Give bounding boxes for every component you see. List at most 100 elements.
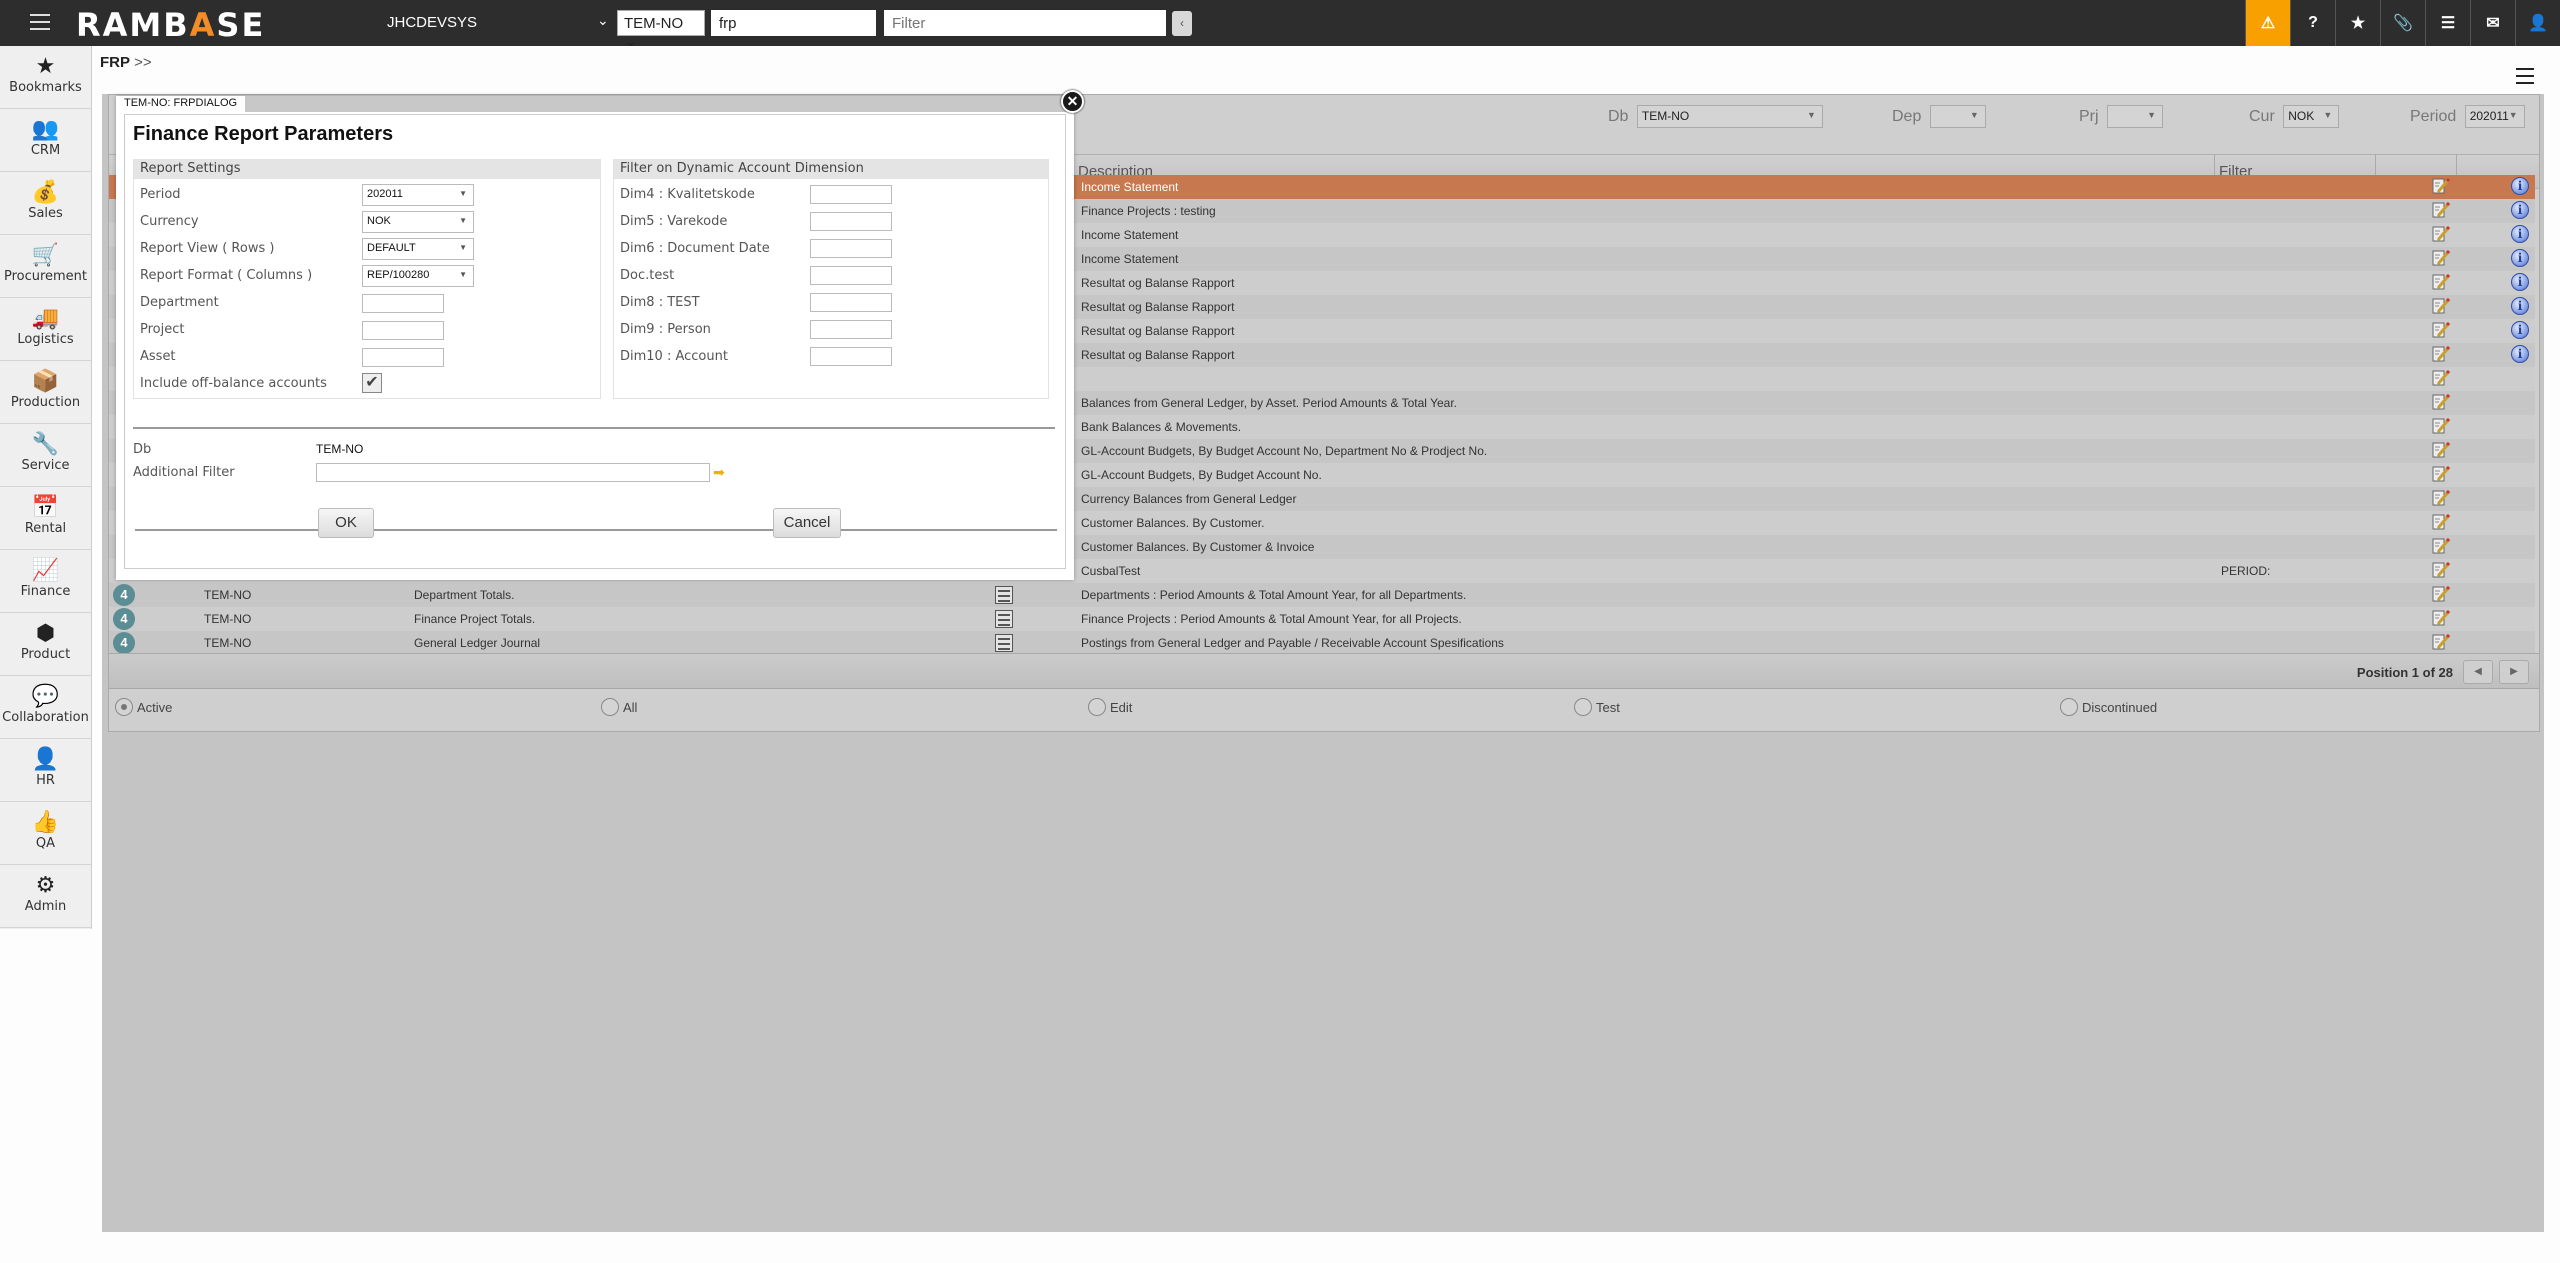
- cancel-button[interactable]: Cancel: [773, 508, 841, 538]
- rambase-logo[interactable]: RAMBASE: [76, 6, 265, 44]
- info-icon[interactable]: i: [2511, 249, 2529, 267]
- warning-icon[interactable]: ⚠: [2245, 0, 2290, 46]
- edit-icon[interactable]: [2431, 536, 2451, 556]
- program-search-input[interactable]: [711, 10, 876, 36]
- ok-button[interactable]: OK: [318, 508, 374, 538]
- help-icon[interactable]: ?: [2290, 0, 2335, 46]
- edit-icon[interactable]: [2431, 296, 2451, 316]
- edit-icon[interactable]: [2431, 176, 2451, 196]
- next-page-button[interactable]: ▶: [2499, 660, 2529, 684]
- department-input[interactable]: [362, 294, 444, 313]
- info-icon[interactable]: i: [2511, 297, 2529, 315]
- table-row[interactable]: 4 TEM-NO Department Totals. Departments : P…: [109, 583, 2535, 607]
- additional-filter-input[interactable]: [316, 463, 710, 482]
- main-menu-icon[interactable]: [30, 14, 50, 32]
- dimension-input[interactable]: [810, 320, 892, 339]
- edit-icon[interactable]: [2431, 344, 2451, 364]
- edit-icon[interactable]: [2431, 392, 2451, 412]
- edit-icon[interactable]: [2431, 440, 2451, 460]
- dimension-input[interactable]: [810, 293, 892, 312]
- table-row[interactable]: 4 TEM-NO General Ledger Journal Postings fr…: [109, 631, 2535, 655]
- sidebar-item-logistics[interactable]: 🚚 Logistics: [0, 298, 91, 361]
- info-icon[interactable]: i: [2511, 321, 2529, 339]
- info-icon[interactable]: i: [2511, 201, 2529, 219]
- system-name[interactable]: JHCDEVSYS: [387, 14, 477, 31]
- period-filter-select[interactable]: 202011 ▼: [2464, 105, 2525, 128]
- sidebar-item-qa[interactable]: 👍 QA: [0, 802, 91, 865]
- sidebar-item-collaboration[interactable]: 💬 Collaboration: [0, 676, 91, 739]
- edit-icon[interactable]: [2431, 368, 2451, 388]
- table-row[interactable]: 4 TEM-NO Finance Project Totals. Finance Pr…: [109, 607, 2535, 631]
- close-dialog-icon[interactable]: ✕: [1061, 90, 1084, 113]
- sidebar-item-bookmarks[interactable]: ★ Bookmarks: [0, 46, 91, 109]
- dep-filter-select[interactable]: ▼: [1929, 105, 1986, 128]
- list-icon[interactable]: ☰: [2425, 0, 2470, 46]
- dialog-tab[interactable]: TEM-NO: FRPDIALOG: [116, 96, 246, 112]
- list-details-icon[interactable]: [995, 634, 1013, 652]
- collapse-button[interactable]: ‹: [1172, 11, 1192, 36]
- filter-input[interactable]: [884, 10, 1166, 36]
- radio-active[interactable]: Active: [115, 698, 172, 716]
- info-icon[interactable]: i: [2511, 345, 2529, 363]
- edit-icon[interactable]: [2431, 608, 2451, 628]
- edit-icon[interactable]: [2431, 632, 2451, 652]
- edit-icon[interactable]: [2431, 464, 2451, 484]
- edit-icon[interactable]: [2431, 416, 2451, 436]
- edit-icon[interactable]: [2431, 248, 2451, 268]
- project-input[interactable]: [362, 321, 444, 340]
- dimension-input[interactable]: [810, 185, 892, 204]
- sidebar-item-service[interactable]: 🔧 Service: [0, 424, 91, 487]
- edit-icon[interactable]: [2431, 200, 2451, 220]
- radio-button[interactable]: [115, 698, 133, 716]
- apply-filter-arrow-icon[interactable]: ➡: [713, 465, 727, 479]
- radio-button[interactable]: [2060, 698, 2078, 716]
- edit-icon[interactable]: [2431, 320, 2451, 340]
- edit-icon[interactable]: [2431, 584, 2451, 604]
- previous-page-button[interactable]: ◀: [2463, 660, 2493, 684]
- edit-icon[interactable]: [2431, 488, 2451, 508]
- page-menu-icon[interactable]: [2516, 68, 2534, 89]
- list-details-icon[interactable]: [995, 610, 1013, 628]
- radio-button[interactable]: [1574, 698, 1592, 716]
- breadcrumb-current[interactable]: FRP: [100, 54, 130, 71]
- sidebar-item-rental[interactable]: 📅 Rental: [0, 487, 91, 550]
- radio-discontinued[interactable]: Discontinued: [2060, 698, 2157, 716]
- radio-button[interactable]: [1088, 698, 1106, 716]
- asset-input[interactable]: [362, 348, 444, 367]
- database-select[interactable]: TEM-NO ⌄: [617, 10, 705, 50]
- report-view-select[interactable]: DEFAULT ▼: [362, 238, 474, 260]
- user-icon[interactable]: 👤: [2515, 0, 2560, 46]
- sidebar-item-production[interactable]: 📦 Production: [0, 361, 91, 424]
- sidebar-item-hr[interactable]: 👤 HR: [0, 739, 91, 802]
- radio-all[interactable]: All: [601, 698, 637, 716]
- currency-select[interactable]: NOK ▼: [362, 211, 474, 233]
- offbalance-checkbox[interactable]: ✔: [362, 373, 382, 393]
- info-icon[interactable]: i: [2511, 225, 2529, 243]
- radio-button[interactable]: [601, 698, 619, 716]
- period-select[interactable]: 202011 ▼: [362, 184, 474, 206]
- radio-edit[interactable]: Edit: [1088, 698, 1132, 716]
- report-format-select[interactable]: REP/100280 ▼: [362, 265, 474, 287]
- dimension-input[interactable]: [810, 239, 892, 258]
- radio-test[interactable]: Test: [1574, 698, 1620, 716]
- star-icon[interactable]: ★: [2335, 0, 2380, 46]
- sidebar-item-admin[interactable]: ⚙ Admin: [0, 865, 91, 928]
- cur-filter-select[interactable]: NOK ▼: [2283, 105, 2340, 128]
- mail-icon[interactable]: ✉: [2470, 0, 2515, 46]
- sidebar-item-sales[interactable]: 💰 Sales: [0, 172, 91, 235]
- dimension-input[interactable]: [810, 266, 892, 285]
- sidebar-item-procurement[interactable]: 🛒 Procurement: [0, 235, 91, 298]
- edit-icon[interactable]: [2431, 560, 2451, 580]
- edit-icon[interactable]: [2431, 224, 2451, 244]
- edit-icon[interactable]: [2431, 272, 2451, 292]
- info-icon[interactable]: i: [2511, 177, 2529, 195]
- list-details-icon[interactable]: [995, 586, 1013, 604]
- dimension-input[interactable]: [810, 347, 892, 366]
- sidebar-item-crm[interactable]: 👥 CRM: [0, 109, 91, 172]
- edit-icon[interactable]: [2431, 512, 2451, 532]
- db-filter-select[interactable]: TEM-NO ▼: [1636, 105, 1823, 128]
- dimension-input[interactable]: [810, 212, 892, 231]
- paperclip-icon[interactable]: 📎: [2380, 0, 2425, 46]
- info-icon[interactable]: i: [2511, 273, 2529, 291]
- prj-filter-select[interactable]: ▼: [2107, 105, 2164, 128]
